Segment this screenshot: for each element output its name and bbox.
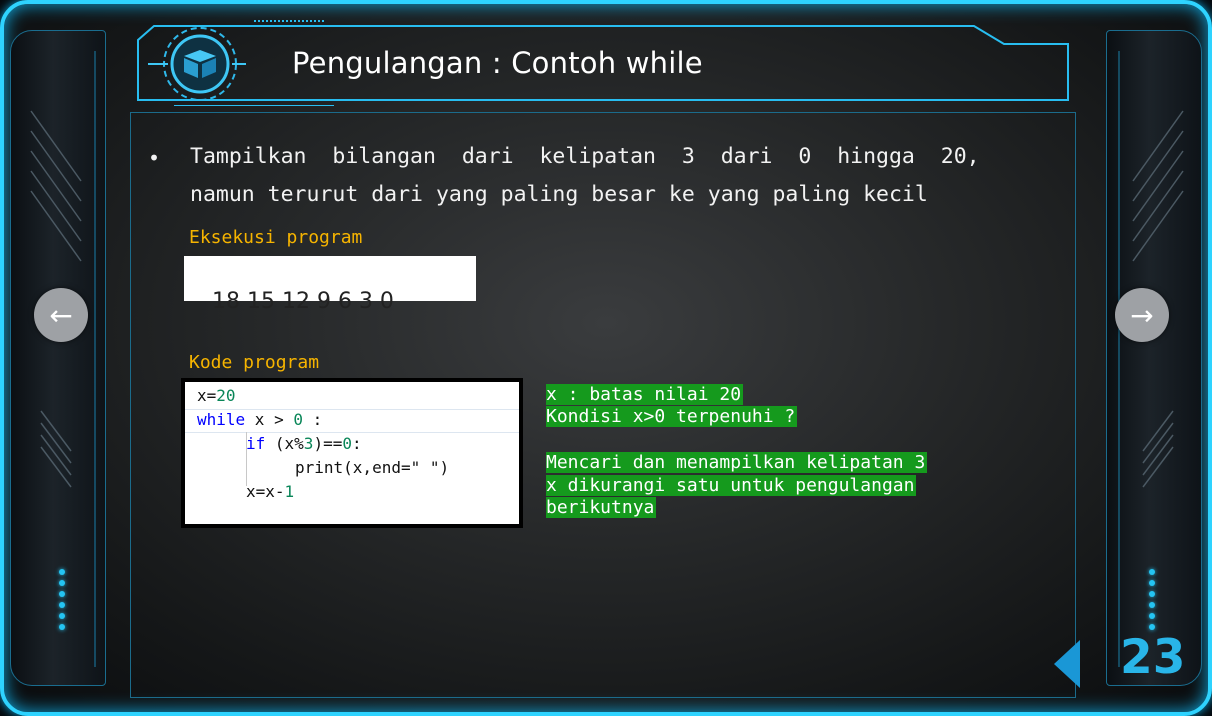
code-snippet-box: x=20 while x > 0 : if (x%3)==0: print(x,…	[181, 378, 523, 528]
left-decor-pillar	[10, 30, 106, 686]
code-label: Kode program	[189, 352, 320, 373]
code-line-4: print(x,end=" ")	[295, 458, 450, 477]
slide-title: Pengulangan : Contoh while	[292, 46, 703, 80]
slide-number: 23	[1120, 630, 1186, 685]
code-line-5: x=x-1	[246, 482, 295, 501]
right-decor-pillar	[1106, 30, 1202, 686]
annotation-5: berikutnya	[546, 497, 657, 518]
annotation-1: x : batas nilai 20	[546, 384, 744, 405]
bullet-icon: •	[148, 146, 161, 170]
bullet-text-line-1: Tampilkan bilangan dari kelipatan 3 dari…	[190, 144, 980, 169]
arrow-right-icon: →	[1130, 298, 1154, 332]
execution-label: Eksekusi program	[189, 227, 363, 248]
annotation-2: Kondisi x>0 terpenuhi ?	[546, 406, 798, 427]
triangle-left-icon[interactable]	[1054, 640, 1080, 688]
next-slide-button[interactable]: →	[1115, 288, 1169, 342]
annotation-4: x dikurangi satu untuk pengulangan	[546, 475, 917, 496]
previous-slide-button[interactable]: ←	[34, 288, 88, 342]
execution-output-text: 18 15 12 9 6 3 0	[212, 289, 394, 314]
bullet-text-line-2: namun terurut dari yang paling besar ke …	[190, 182, 928, 207]
arrow-left-icon: ←	[49, 298, 73, 332]
code-line-3: if (x%3)==0:	[246, 434, 362, 453]
right-pillar-lines	[1118, 51, 1184, 667]
execution-output-box: 18 15 12 9 6 3 0	[184, 256, 476, 314]
cube-logo-icon	[148, 27, 246, 101]
code-line-1: x=20	[197, 386, 236, 405]
title-bar: Pengulangan : Contoh while	[134, 20, 1074, 106]
annotation-3: Mencari dan menampilkan kelipatan 3	[546, 452, 928, 473]
code-line-2: while x > 0 :	[197, 410, 323, 429]
